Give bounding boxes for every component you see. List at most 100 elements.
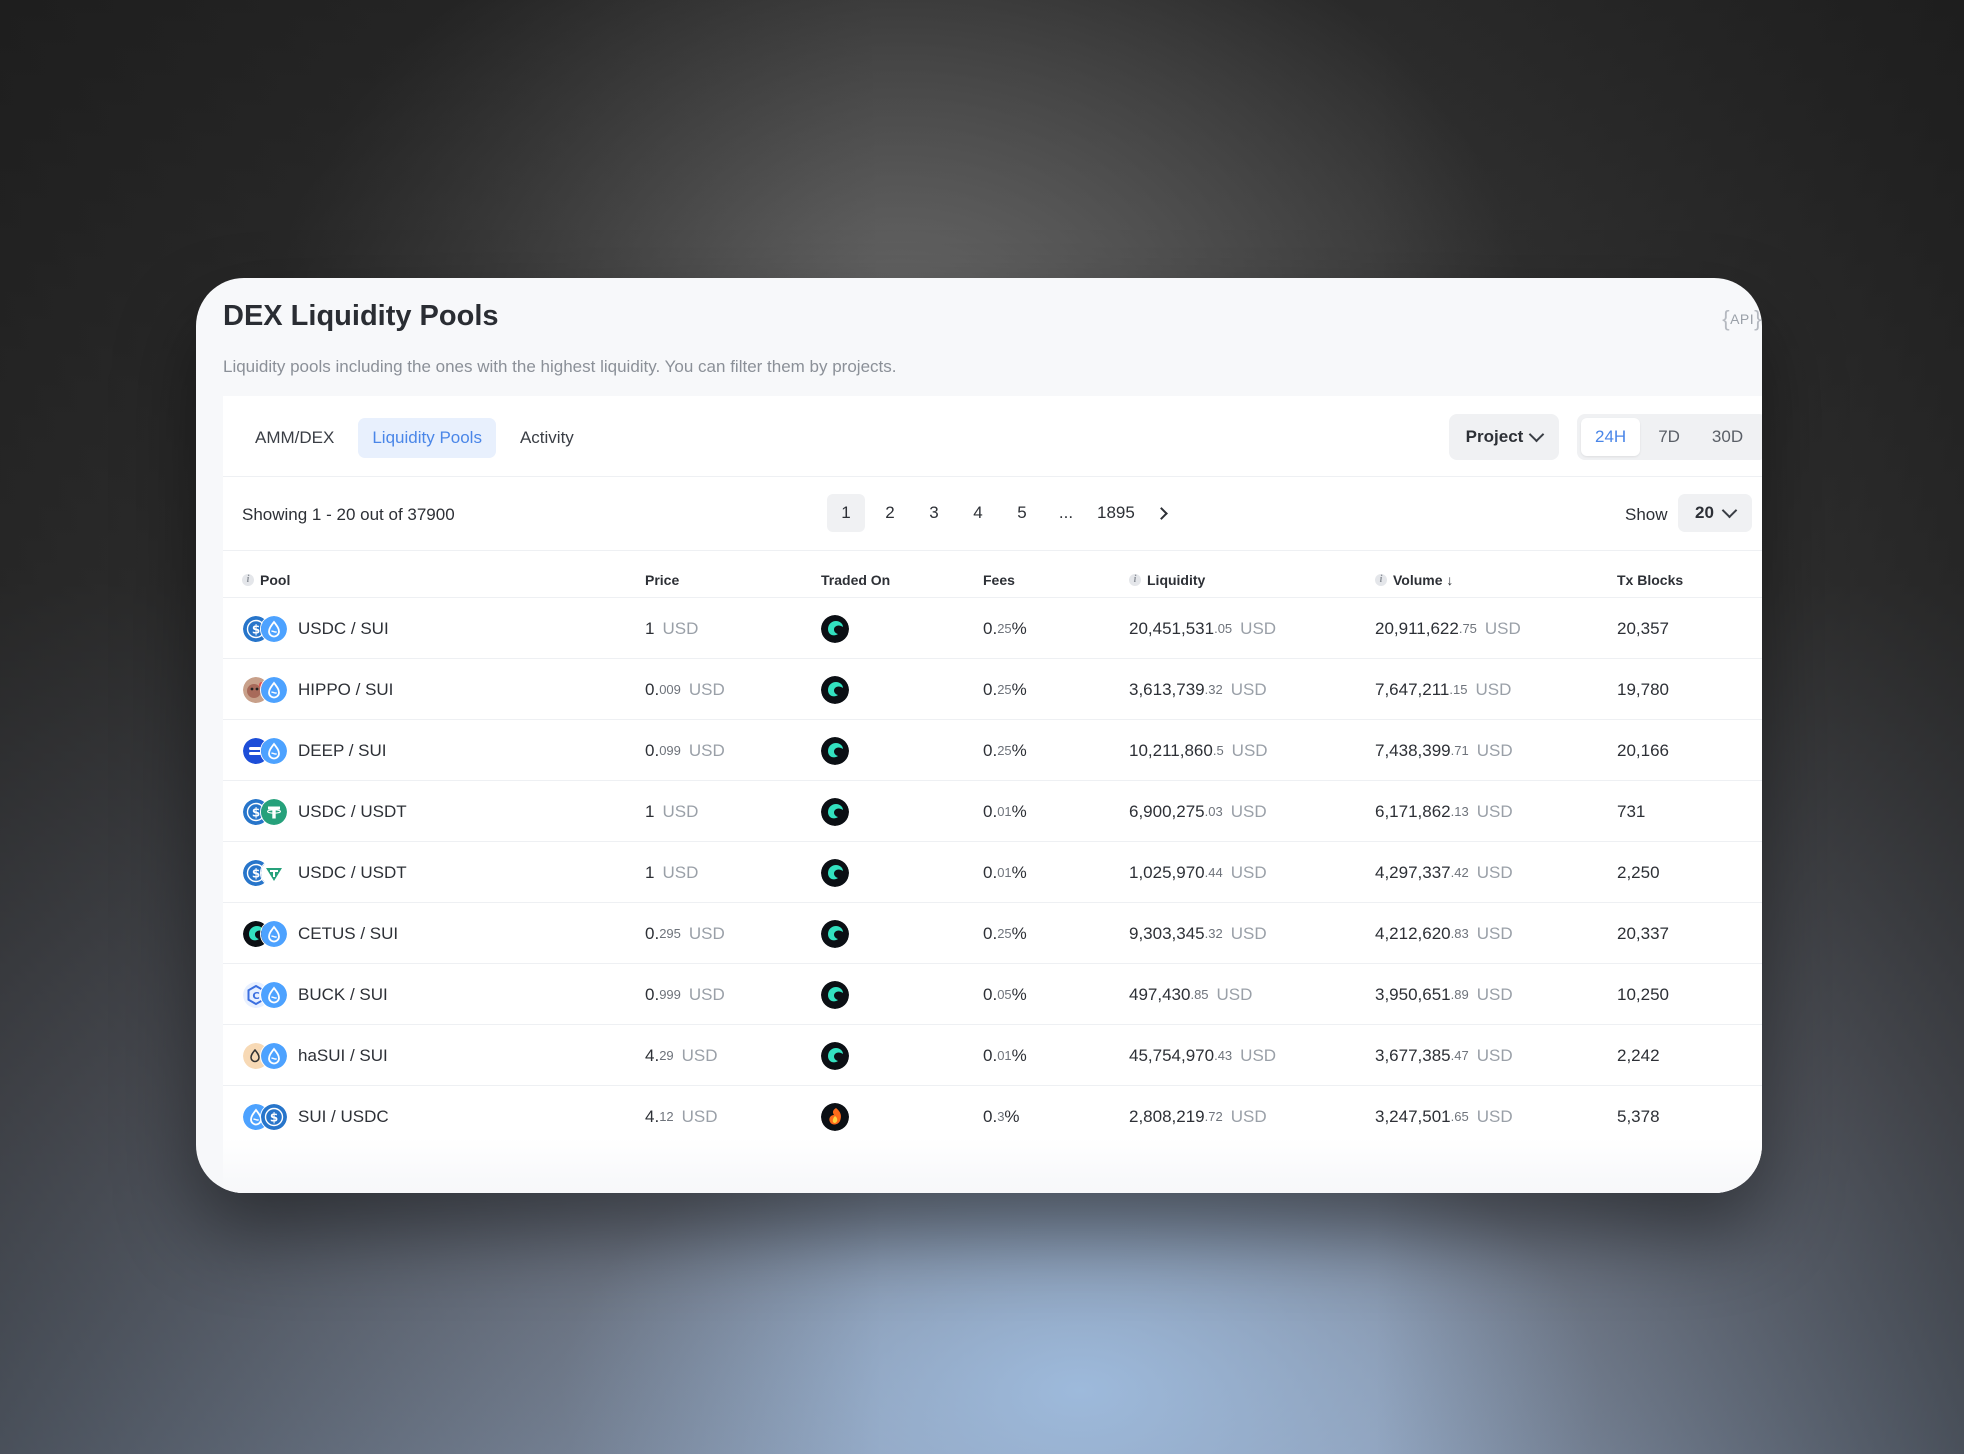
pool-pair-name[interactable]: USDC / USDT xyxy=(298,863,407,883)
liquidity-value: 6,900,275 xyxy=(1129,801,1205,821)
column-volume[interactable]: i Volume ↓ xyxy=(1375,572,1453,588)
table-row[interactable]: DEEP / SUI 0. 099 USD 0. 25% 10,211,860.5 USD 7,… xyxy=(223,719,1762,781)
volume-decimals: .15 xyxy=(1449,682,1468,697)
volume-value: 7,647,211 xyxy=(1375,679,1450,699)
info-icon[interactable]: i xyxy=(242,574,254,586)
volume-unit: USD xyxy=(1484,618,1521,638)
cetus-icon[interactable] xyxy=(821,797,849,826)
table-row[interactable]: CETUS / SUI 0. 295 USD 0. 25% 9,303,345.32 USD 4… xyxy=(223,902,1762,964)
page-size-select[interactable]: 20 xyxy=(1678,494,1752,532)
volume-cell: 3,950,651.89 USD xyxy=(1375,964,1513,1025)
turbos-icon[interactable] xyxy=(821,1102,849,1131)
tab-amm-dex[interactable]: AMM/DEX xyxy=(241,418,348,458)
info-icon[interactable]: i xyxy=(1375,574,1387,586)
next-page-button[interactable] xyxy=(1147,494,1177,532)
column-fees[interactable]: Fees xyxy=(983,572,1015,588)
liquidity-cell: 1,025,970.44 USD xyxy=(1129,842,1267,903)
pool-pair-name[interactable]: USDC / USDT xyxy=(298,802,407,822)
api-link[interactable]: {API} xyxy=(1722,306,1762,332)
liquidity-unit: USD xyxy=(1240,1045,1277,1065)
price-cell: 1 USD xyxy=(645,598,698,659)
table-row[interactable]: $ USDC / SUI 1 USD 0. 25% 20,451,531.05 USD 20,9… xyxy=(223,597,1762,659)
cetus-icon[interactable] xyxy=(821,858,849,887)
table-row[interactable]: $ USDC / USDT 1 USD 0. 01% 1,025,970.44 USD 4,29… xyxy=(223,841,1762,903)
range-7d[interactable]: 7D xyxy=(1644,418,1694,456)
pool-pair-name[interactable]: haSUI / SUI xyxy=(298,1046,388,1066)
tab-activity[interactable]: Activity xyxy=(506,418,588,458)
cetus-icon[interactable] xyxy=(821,919,849,948)
table-row[interactable]: C BUCK / SUI 0. 999 USD 0. 05% 497,430.85 USD 3,9… xyxy=(223,963,1762,1025)
pool-cell: $ USDC / USDT xyxy=(242,781,407,842)
page-button-2[interactable]: 2 xyxy=(871,494,909,532)
price-unit: USD xyxy=(662,801,699,821)
price-decimals: 999 xyxy=(659,987,681,1002)
volume-cell: 4,297,337.42 USD xyxy=(1375,842,1513,903)
pool-pair-name[interactable]: USDC / SUI xyxy=(298,619,389,639)
volume-cell: 7,438,399.71 USD xyxy=(1375,720,1513,781)
tx-blocks-value: 20,337 xyxy=(1617,923,1669,943)
pool-pair-name[interactable]: BUCK / SUI xyxy=(298,985,388,1005)
column-liquidity[interactable]: i Liquidity xyxy=(1129,572,1205,588)
pool-pair-name[interactable]: HIPPO / SUI xyxy=(298,680,393,700)
price-decimals: 009 xyxy=(659,682,681,697)
fee-value: 0. xyxy=(983,679,998,699)
project-filter-dropdown[interactable]: Project xyxy=(1449,414,1559,460)
cetus-icon[interactable] xyxy=(821,980,849,1009)
liquidity-decimals: .32 xyxy=(1204,926,1223,941)
price-value: 4. xyxy=(645,1106,660,1126)
volume-cell: 3,677,385.47 USD xyxy=(1375,1025,1513,1086)
dex-liquidity-pools-card: DEX Liquidity Pools {API} Liquidity pool… xyxy=(196,278,1762,1193)
sui-icon xyxy=(260,1041,288,1070)
table-row[interactable]: haSUI / SUI 4. 29 USD 0. 01% 45,754,970.43 USD 3… xyxy=(223,1024,1762,1086)
range-30d[interactable]: 30D xyxy=(1698,418,1757,456)
table-row[interactable]: HIPPO / SUI 0. 009 USD 0. 25% 3,613,739.32 USD 7… xyxy=(223,658,1762,720)
dex-cell xyxy=(821,598,849,659)
page-button-4[interactable]: 4 xyxy=(959,494,997,532)
price-value: 0. xyxy=(645,679,660,699)
page-button-1[interactable]: 1 xyxy=(827,494,865,532)
dex-cell xyxy=(821,720,849,781)
column-pool[interactable]: i Pool xyxy=(242,572,290,588)
range-24h[interactable]: 24H xyxy=(1581,418,1641,456)
page-button-last[interactable]: 1895 xyxy=(1091,494,1141,532)
volume-decimals: .89 xyxy=(1450,987,1469,1002)
pool-cell: haSUI / SUI xyxy=(242,1025,388,1086)
pool-pair-name[interactable]: CETUS / SUI xyxy=(298,924,398,944)
fee-decimals: 01 xyxy=(997,804,1012,819)
column-traded-on[interactable]: Traded On xyxy=(821,572,890,588)
table-row[interactable]: $ USDC / USDT 1 USD 0. 01% 6,900,275.03 USD 6,17… xyxy=(223,780,1762,842)
price-cell: 0. 999 USD xyxy=(645,964,725,1025)
page-button-3[interactable]: 3 xyxy=(915,494,953,532)
pool-pair-name[interactable]: SUI / USDC xyxy=(298,1107,389,1127)
tab-liquidity-pools[interactable]: Liquidity Pools xyxy=(358,418,496,458)
info-icon[interactable]: i xyxy=(1129,574,1141,586)
liquidity-unit: USD xyxy=(1230,679,1267,699)
divider xyxy=(223,550,1762,551)
price-value: 1 xyxy=(645,618,655,638)
tx-blocks-value: 19,780 xyxy=(1617,679,1669,699)
fee-value: 0. xyxy=(983,801,998,821)
liquidity-value: 2,808,219 xyxy=(1129,1106,1205,1126)
chevron-right-icon xyxy=(1155,506,1169,520)
volume-unit: USD xyxy=(1476,801,1513,821)
price-value: 4. xyxy=(645,1045,660,1065)
column-price[interactable]: Price xyxy=(645,572,679,588)
fee-decimals: 01 xyxy=(997,1048,1012,1063)
volume-decimals: .71 xyxy=(1450,743,1469,758)
chevron-down-icon xyxy=(1721,502,1738,518)
cetus-icon[interactable] xyxy=(821,736,849,765)
liquidity-unit: USD xyxy=(1230,1106,1267,1126)
column-tx-blocks[interactable]: Tx Blocks xyxy=(1617,572,1683,588)
liquidity-decimals: .43 xyxy=(1214,1048,1233,1063)
volume-decimals: .47 xyxy=(1450,1048,1469,1063)
volume-unit: USD xyxy=(1476,1045,1513,1065)
pool-pair-name[interactable]: DEEP / SUI xyxy=(298,741,387,761)
brace-left-glyph: { xyxy=(1722,306,1731,331)
tx-blocks-value: 20,166 xyxy=(1617,740,1669,760)
cetus-icon[interactable] xyxy=(821,675,849,704)
cetus-icon[interactable] xyxy=(821,1041,849,1070)
fee-value: 0. xyxy=(983,618,998,638)
cetus-icon[interactable] xyxy=(821,614,849,643)
volume-value: 20,911,622 xyxy=(1375,618,1459,638)
page-button-5[interactable]: 5 xyxy=(1003,494,1041,532)
